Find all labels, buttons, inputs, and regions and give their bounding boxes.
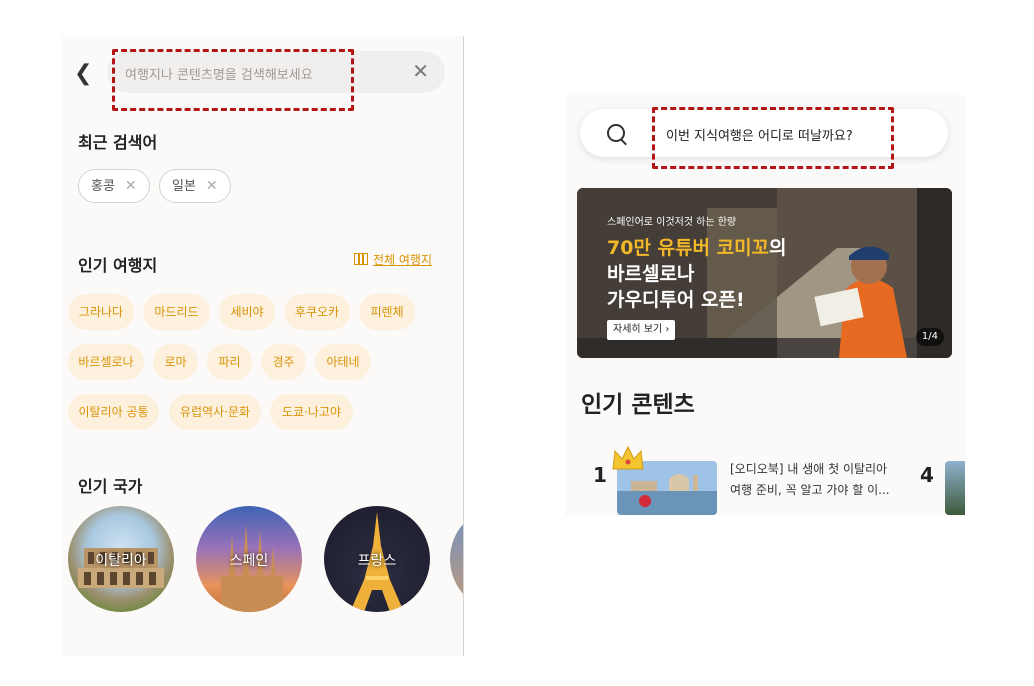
- back-arrow-icon[interactable]: ❮: [74, 62, 92, 86]
- close-icon[interactable]: ✕: [412, 60, 429, 82]
- popular-content-title: 인기 콘텐츠: [581, 392, 695, 418]
- recent-chip[interactable]: 일본 ✕: [159, 169, 231, 203]
- banner-headline-line2: 바르셀로나: [607, 263, 695, 285]
- popular-countries-title: 인기 국가: [78, 477, 143, 496]
- search-icon[interactable]: [607, 124, 625, 142]
- country-card-italy[interactable]: 이탈리아: [68, 506, 174, 612]
- destination-chip[interactable]: 그라나다: [68, 294, 134, 330]
- banner-headline-line3: 가우디투어 오픈!: [607, 289, 745, 311]
- destination-chip[interactable]: 마드리드: [143, 294, 210, 330]
- banner-headline-rest: 의: [769, 237, 787, 259]
- destination-chip[interactable]: 아테네: [315, 344, 371, 380]
- banner-page-counter: 1/4: [915, 328, 944, 346]
- chip-label: 홍콩: [91, 179, 115, 194]
- chip-label: 일본: [172, 179, 196, 194]
- crown-icon: [612, 445, 644, 470]
- banner-headline-line1: 70만 유튜버 코미꼬의: [607, 233, 787, 260]
- destination-chip[interactable]: 피렌체: [359, 294, 415, 330]
- recent-searches-title: 최근 검색어: [78, 133, 158, 152]
- search-placeholder: 여행지나 콘텐츠명을 검색해보세요: [125, 68, 313, 83]
- destination-chip[interactable]: 바르셀로나: [68, 344, 144, 380]
- close-icon[interactable]: ✕: [125, 178, 137, 194]
- map-icon: [354, 253, 368, 265]
- close-icon[interactable]: ✕: [206, 178, 218, 194]
- destination-chip[interactable]: 이탈리아 공통: [68, 394, 159, 430]
- destination-chip[interactable]: 세비야: [219, 294, 275, 330]
- search-screen: ❮ 여행지나 콘텐츠명을 검색해보세요 ✕ 최근 검색어 홍콩 ✕ 일본 ✕ 인기 …: [62, 36, 464, 656]
- home-search-bar[interactable]: 이번 지식여행은 어디로 떠날까요?: [580, 109, 948, 157]
- content-title[interactable]: [오디오북] 내 생애 첫 이탈리아 여행 준비, 꼭 알고 가야 할 이...: [730, 459, 900, 501]
- content-thumbnail[interactable]: [945, 461, 965, 515]
- country-card-partial[interactable]: [450, 506, 464, 612]
- see-all-destinations-link[interactable]: 전체 여행지: [354, 251, 432, 268]
- destination-chip[interactable]: 파리: [207, 344, 252, 380]
- country-label: 프랑스: [357, 553, 397, 569]
- country-label: 이탈리아: [95, 553, 147, 569]
- destination-chip[interactable]: 경주: [261, 344, 306, 380]
- panel-divider: [463, 36, 464, 656]
- country-label: 스페인: [229, 553, 269, 569]
- destination-chip[interactable]: 유럽역사·문화: [169, 394, 261, 430]
- popular-destinations-title: 인기 여행지: [78, 256, 158, 275]
- destination-chip[interactable]: 로마: [153, 344, 198, 380]
- recent-chip[interactable]: 홍콩 ✕: [78, 169, 150, 203]
- country-card-france[interactable]: 프랑스: [324, 506, 430, 612]
- banner-highlight: 70만 유튜버 코미꼬: [607, 237, 770, 259]
- content-rank: 4: [920, 463, 934, 487]
- content-rank: 1: [593, 463, 607, 487]
- banner-subtitle: 스페인어로 이것저것 하는 한량: [607, 217, 737, 228]
- home-search-prompt: 이번 지식여행은 어디로 떠날까요?: [666, 129, 853, 144]
- home-screen: 이번 지식여행은 어디로 떠날까요? 스페인어로 이것저것 하는 한량 70만 …: [565, 95, 965, 515]
- promo-banner[interactable]: 스페인어로 이것저것 하는 한량 70만 유튜버 코미꼬의 바르셀로나 가우디투…: [577, 188, 952, 358]
- search-input[interactable]: 여행지나 콘텐츠명을 검색해보세요 ✕: [107, 51, 445, 93]
- destination-chip[interactable]: 후쿠오카: [284, 294, 350, 330]
- banner-details-button[interactable]: 자세히 보기 ›: [607, 320, 676, 340]
- destination-chip[interactable]: 도쿄·나고야: [270, 394, 353, 430]
- country-card-spain[interactable]: 스페인: [196, 506, 302, 612]
- see-all-label: 전체 여행지: [373, 253, 433, 267]
